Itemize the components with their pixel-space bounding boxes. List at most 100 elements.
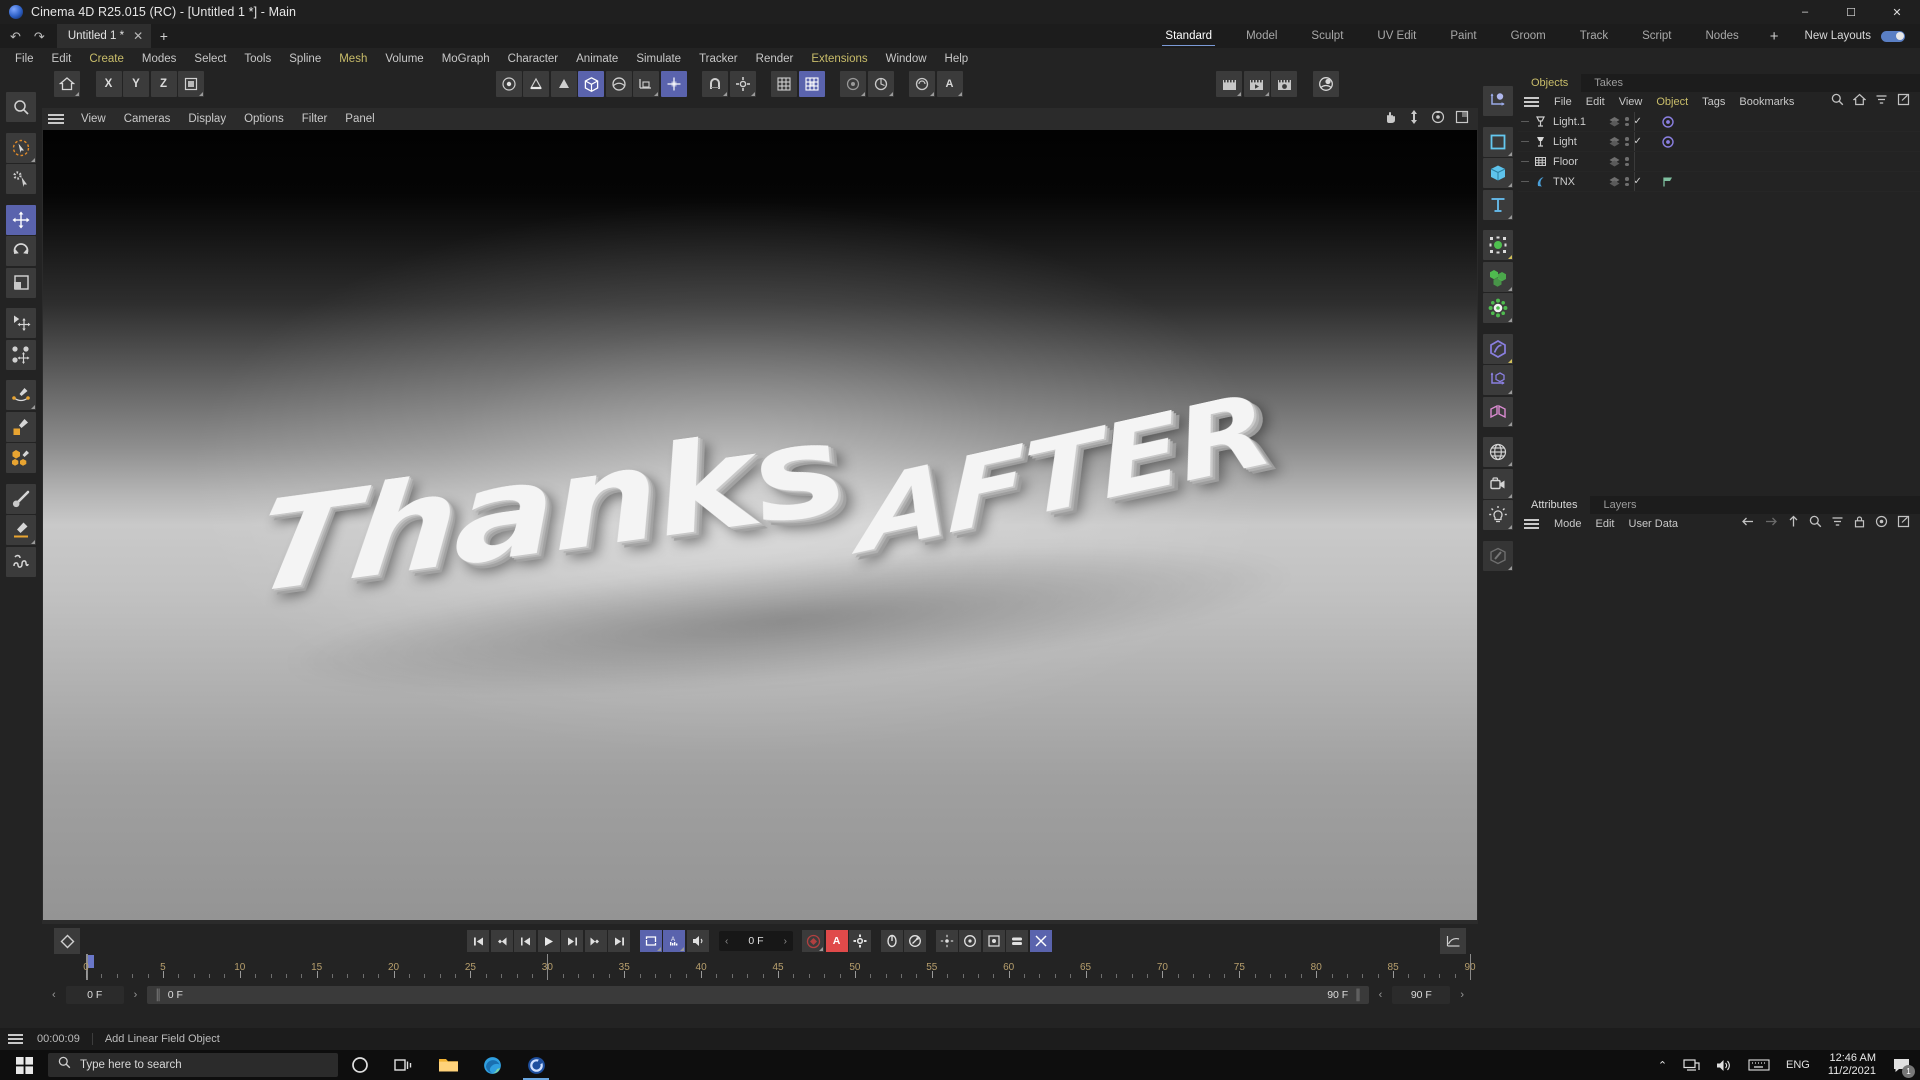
- objmgr-menu-object[interactable]: Object: [1649, 96, 1695, 108]
- file-explorer-icon[interactable]: [426, 1050, 470, 1080]
- window-minimize-button[interactable]: –: [1782, 0, 1828, 24]
- attr-menu-edit[interactable]: Edit: [1589, 518, 1622, 530]
- frame-next-arrow[interactable]: ›: [784, 936, 787, 947]
- microsoft-edge-icon[interactable]: [470, 1050, 514, 1080]
- new-layouts-label[interactable]: New Layouts: [1793, 30, 1881, 42]
- forward-icon[interactable]: [1764, 515, 1778, 533]
- taskbar-search-input[interactable]: Type here to search: [48, 1053, 338, 1077]
- layout-tab-sculpt[interactable]: Sculpt: [1294, 24, 1360, 48]
- pos-scale-rot-icon[interactable]: [936, 930, 958, 952]
- object-row[interactable]: ─ Light ✓: [1518, 132, 1920, 152]
- enable-axis-icon[interactable]: [661, 71, 687, 97]
- menu-character[interactable]: Character: [499, 48, 568, 70]
- menu-mograph[interactable]: MoGraph: [433, 48, 499, 70]
- spline-primitive-icon[interactable]: [1483, 127, 1513, 157]
- symmetry-icon[interactable]: [1483, 397, 1513, 427]
- end-prev-arrow[interactable]: ‹: [1373, 989, 1389, 1001]
- render-char-icon[interactable]: A: [937, 71, 963, 97]
- autokey-icon[interactable]: A: [826, 930, 848, 952]
- document-tab-untitled-1[interactable]: Untitled 1 * ✕: [57, 24, 151, 48]
- pla-icon[interactable]: [1006, 930, 1028, 952]
- magnet-icon[interactable]: [702, 71, 728, 97]
- tab-attributes[interactable]: Attributes: [1518, 496, 1590, 514]
- scale-tool-icon[interactable]: [6, 268, 36, 298]
- record-icon[interactable]: [802, 930, 824, 952]
- objmgr-menu-file[interactable]: File: [1547, 96, 1579, 108]
- pan-icon[interactable]: [1383, 110, 1397, 129]
- layout-tab-nodes[interactable]: Nodes: [1689, 24, 1756, 48]
- menu-edit[interactable]: Edit: [43, 48, 81, 70]
- timeline-start-field[interactable]: 0 F: [66, 986, 124, 1004]
- frame-prev-arrow[interactable]: ‹: [725, 936, 728, 947]
- field-icon[interactable]: [1483, 334, 1513, 364]
- param-icon[interactable]: [983, 930, 1005, 952]
- tray-expand-icon[interactable]: ⌃: [1650, 1059, 1675, 1072]
- search-icon[interactable]: [1809, 515, 1822, 533]
- model-mode-icon[interactable]: [578, 71, 604, 97]
- go-to-start-icon[interactable]: [467, 930, 489, 952]
- prev-frame-icon[interactable]: [514, 930, 536, 952]
- viewport-menu-display[interactable]: Display: [179, 113, 235, 125]
- polygon-select-icon[interactable]: [551, 71, 577, 97]
- menu-tools[interactable]: Tools: [235, 48, 280, 70]
- attr-menu-mode[interactable]: Mode: [1547, 518, 1589, 530]
- timeline-range-bar[interactable]: ║ 0 F 90 F ║: [147, 986, 1368, 1004]
- object-axis-move-icon[interactable]: [6, 308, 36, 338]
- open-external-icon[interactable]: [1897, 93, 1910, 111]
- auto-key-range-icon[interactable]: A: [663, 930, 685, 952]
- x-axis-lock[interactable]: X: [96, 71, 122, 97]
- material-edit-icon[interactable]: [1483, 541, 1513, 571]
- cortana-icon[interactable]: [338, 1050, 382, 1080]
- viewport-hamburger-icon[interactable]: [48, 114, 64, 124]
- viewport-menu-filter[interactable]: Filter: [293, 113, 337, 125]
- object-row[interactable]: ─ Floor: [1518, 152, 1920, 172]
- object-visibility-dots[interactable]: ✓: [1608, 175, 1642, 188]
- menu-select[interactable]: Select: [185, 48, 235, 70]
- text-spline-icon[interactable]: [1483, 190, 1513, 220]
- window-close-button[interactable]: ✕: [1874, 0, 1920, 24]
- status-hamburger-icon[interactable]: [8, 1034, 23, 1044]
- maximize-view-icon[interactable]: [1455, 110, 1469, 129]
- redo-icon[interactable]: ↷: [34, 30, 45, 43]
- undo-icon[interactable]: ↶: [10, 30, 21, 43]
- home-layout-icon[interactable]: [54, 71, 80, 97]
- camera-icon[interactable]: [1483, 469, 1513, 499]
- search-icon[interactable]: [6, 92, 36, 122]
- menu-create[interactable]: Create: [80, 48, 133, 70]
- spline-rect-icon[interactable]: [6, 412, 36, 442]
- points-move-icon[interactable]: [6, 340, 36, 370]
- layout-tab-standard[interactable]: Standard: [1148, 24, 1229, 48]
- menu-window[interactable]: Window: [877, 48, 936, 70]
- layout-tab-paint[interactable]: Paint: [1433, 24, 1493, 48]
- live-selection-icon[interactable]: [6, 133, 36, 163]
- spline-pen-icon[interactable]: [6, 380, 36, 410]
- add-layout-button[interactable]: +: [1756, 28, 1793, 45]
- menu-help[interactable]: Help: [936, 48, 978, 70]
- rotate-tool-icon[interactable]: [6, 236, 36, 266]
- render-view-icon[interactable]: [1216, 71, 1242, 97]
- environment-icon[interactable]: [1483, 437, 1513, 467]
- render-settings-icon[interactable]: [1271, 71, 1297, 97]
- object-visibility-dots[interactable]: ✓: [1608, 115, 1642, 128]
- edge-mode-icon[interactable]: [523, 71, 549, 97]
- go-to-end-icon[interactable]: [608, 930, 630, 952]
- position-key-icon[interactable]: [881, 930, 903, 952]
- move-tool-icon[interactable]: [6, 205, 36, 235]
- prev-key-icon[interactable]: [491, 930, 513, 952]
- search-icon[interactable]: [1831, 93, 1844, 111]
- object-manager-hamburger-icon[interactable]: [1524, 97, 1539, 107]
- content-browser-icon[interactable]: [1313, 71, 1339, 97]
- layout-tab-groom[interactable]: Groom: [1494, 24, 1563, 48]
- menu-file[interactable]: File: [6, 48, 43, 70]
- keyboard-icon[interactable]: [1740, 1058, 1778, 1072]
- window-maximize-button[interactable]: ☐: [1828, 0, 1874, 24]
- light-icon[interactable]: [1483, 500, 1513, 530]
- object-list[interactable]: ─ Light.1 ✓ ─ Light ✓ ─ Floor ─ TNX ✓: [1518, 112, 1920, 192]
- menu-simulate[interactable]: Simulate: [627, 48, 690, 70]
- end-next-arrow[interactable]: ›: [1454, 989, 1470, 1001]
- sound-icon[interactable]: [687, 930, 709, 952]
- point-mode-icon[interactable]: [496, 71, 522, 97]
- object-tags[interactable]: [1662, 136, 1674, 148]
- dolly-icon[interactable]: [1407, 110, 1421, 129]
- range-grip-right-icon[interactable]: ║: [1354, 989, 1361, 1001]
